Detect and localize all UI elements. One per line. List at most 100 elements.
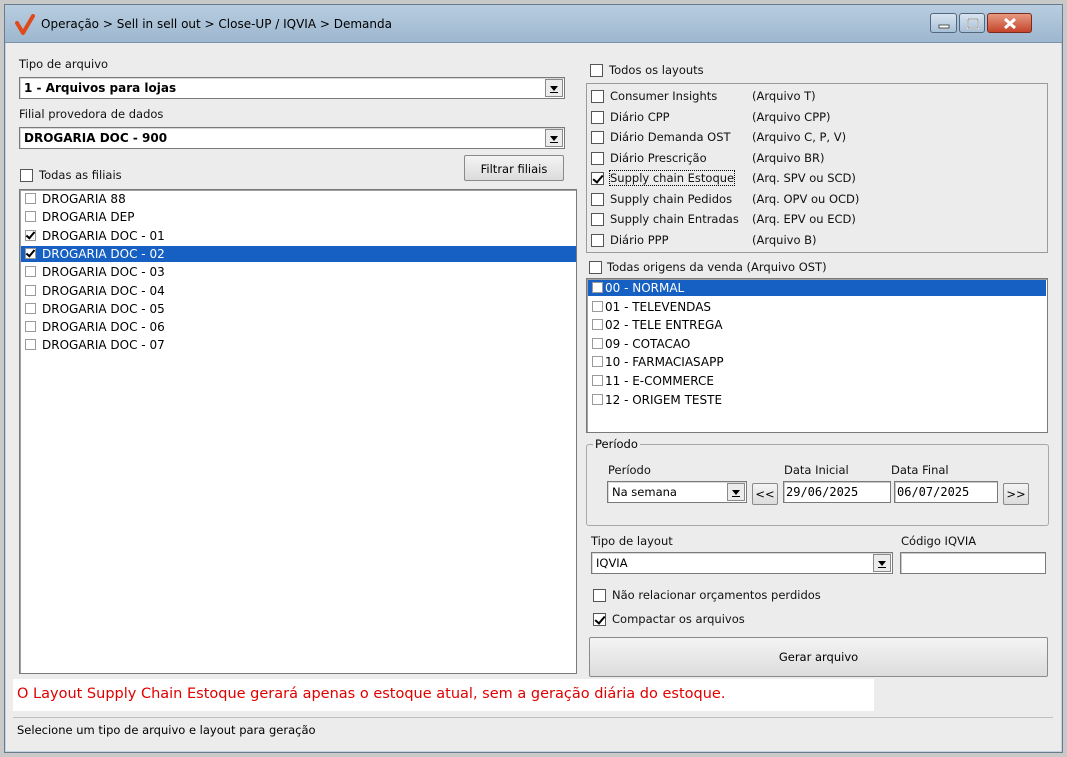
origin-label: 09 - COTACAO [605, 336, 691, 351]
branch-label: DROGARIA DOC - 04 [42, 283, 165, 298]
origin-checkbox[interactable] [592, 319, 603, 331]
layout-name: Consumer Insights [610, 89, 718, 103]
main-window: Operação > Sell in sell out > Close-UP /… [4, 4, 1063, 753]
origin-label: 02 - TELE ENTREGA [605, 318, 723, 333]
maximize-icon [967, 18, 979, 29]
list-item[interactable]: DROGARIA DOC - 01 [21, 228, 576, 244]
chevron-down-icon[interactable] [727, 483, 745, 501]
branch-checkbox[interactable] [25, 284, 36, 296]
close-icon [1003, 17, 1017, 30]
window-title: Operação > Sell in sell out > Close-UP /… [41, 17, 392, 31]
layout-checkbox[interactable] [591, 110, 604, 124]
filter-branches-button[interactable]: Filtrar filiais [464, 155, 564, 181]
branch-checkbox[interactable] [25, 321, 36, 333]
provider-label: Filial provedora de dados [19, 107, 164, 121]
layout-checkbox[interactable] [591, 172, 604, 185]
layout-checkbox[interactable] [591, 192, 604, 206]
all-branches-label: Todas as filiais [39, 168, 122, 182]
all-origins-checkbox[interactable] [589, 261, 602, 274]
iqvia-code-label: Código IQVIA [901, 534, 977, 548]
compress-files-checkbox[interactable] [593, 613, 606, 626]
branches-list[interactable]: DROGARIA 88 DROGARIA DEP DROGARIA DOC - 01… [19, 189, 577, 674]
list-item[interactable]: 09 - COTACAO [588, 336, 1046, 352]
origin-checkbox[interactable] [592, 300, 603, 312]
next-period-button[interactable]: >> [1003, 483, 1029, 505]
no-lost-quotes-label: Não relacionar orçamentos perdidos [612, 588, 821, 602]
previous-period-button[interactable]: << [752, 483, 778, 505]
layout-file: (Arquivo BR) [752, 150, 825, 165]
layout-name: Diário Demanda OST [610, 130, 731, 144]
all-layouts-label: Todos os layouts [609, 63, 704, 77]
list-item[interactable]: 02 - TELE ENTREGA [588, 317, 1046, 333]
filter-branches-label: Filtrar filiais [480, 162, 548, 176]
list-item[interactable]: DROGARIA 88 [21, 191, 576, 207]
branch-label: DROGARIA DEP [42, 210, 135, 225]
iqvia-code-field[interactable] [900, 552, 1046, 574]
chevron-down-icon[interactable] [545, 79, 563, 97]
layout-name: Diário Prescrição [610, 150, 707, 165]
period-value: Na semana [612, 485, 677, 499]
branch-checkbox[interactable] [25, 266, 36, 278]
list-item[interactable]: DROGARIA DOC - 02 [21, 245, 576, 262]
layout-type-select[interactable]: IQVIA [591, 552, 893, 574]
end-date-field[interactable]: 06/07/2025 [894, 481, 998, 503]
list-item[interactable]: DROGARIA DEP [21, 209, 576, 225]
file-type-select[interactable]: 1 - Arquivos para lojas [19, 77, 565, 99]
layout-checkbox[interactable] [591, 213, 604, 226]
close-button[interactable] [987, 13, 1032, 33]
branch-checkbox[interactable] [25, 211, 36, 223]
layout-checkbox[interactable] [591, 151, 604, 165]
branch-label: DROGARIA 88 [42, 192, 126, 206]
origin-checkbox[interactable] [592, 375, 603, 386]
client-area: Tipo de arquivo 1 - Arquivos para lojas … [13, 45, 1055, 745]
branch-checkbox[interactable] [25, 229, 36, 241]
origin-checkbox[interactable] [592, 282, 603, 293]
start-date-field[interactable]: 29/06/2025 [783, 481, 891, 503]
layout-checkbox[interactable] [591, 233, 604, 247]
minimize-button[interactable] [930, 13, 957, 33]
chevron-down-icon[interactable] [873, 554, 891, 572]
origin-checkbox[interactable] [592, 356, 603, 368]
maximize-button[interactable] [959, 13, 985, 33]
chevron-down-icon[interactable] [545, 129, 563, 147]
layout-file: (Arq. EPV ou ECD) [752, 212, 856, 226]
branch-label: DROGARIA DOC - 07 [42, 338, 165, 353]
provider-select[interactable]: DROGARIA DOC - 900 [19, 127, 565, 149]
list-item[interactable]: 01 - TELEVENDAS [588, 299, 1046, 315]
branch-label: DROGARIA DOC - 06 [42, 320, 165, 335]
branch-checkbox[interactable] [25, 193, 36, 204]
layout-file: (Arquivo T) [752, 89, 816, 103]
list-item[interactable]: DROGARIA DOC - 05 [21, 301, 576, 317]
layout-name: Supply chain Estoque [608, 170, 736, 186]
branch-label: DROGARIA DOC - 03 [42, 265, 165, 280]
all-branches-checkbox[interactable] [20, 169, 33, 182]
list-item[interactable]: 11 - E-COMMERCE [588, 373, 1046, 389]
origin-checkbox[interactable] [592, 337, 603, 349]
period-select[interactable]: Na semana [607, 481, 747, 503]
list-item[interactable]: 12 - ORIGEM TESTE [588, 392, 1046, 408]
all-layouts-checkbox[interactable] [590, 64, 603, 77]
layout-checkbox[interactable] [591, 131, 604, 144]
layout-file: (Arquivo CPP) [752, 109, 831, 124]
origins-list[interactable]: 00 - NORMAL 01 - TELEVENDAS 02 - TELE ENTR… [586, 278, 1048, 433]
list-item[interactable]: 00 - NORMAL [588, 280, 1046, 296]
list-item[interactable]: DROGARIA DOC - 03 [21, 264, 576, 280]
layout-type-label: Tipo de layout [591, 534, 673, 548]
origin-checkbox[interactable] [592, 393, 603, 405]
no-lost-quotes-checkbox[interactable] [593, 589, 606, 602]
layout-name: Diário PPP [610, 232, 669, 247]
list-item[interactable]: 10 - FARMACIASAPP [588, 354, 1046, 370]
layout-checkbox[interactable] [591, 90, 604, 103]
list-item[interactable]: DROGARIA DOC - 07 [21, 337, 576, 353]
layout-file: (Arquivo B) [752, 232, 817, 247]
list-item[interactable]: DROGARIA DOC - 04 [21, 283, 576, 299]
branch-checkbox[interactable] [25, 247, 36, 259]
layout-file: (Arq. SPV ou SCD) [752, 171, 856, 185]
branch-checkbox[interactable] [25, 302, 36, 314]
generate-file-button[interactable]: Gerar arquivo [589, 637, 1048, 677]
period-group-title: Período [593, 437, 640, 451]
all-origins-label: Todas origens da venda (Arquivo OST) [607, 260, 827, 274]
start-date-label: Data Inicial [784, 463, 849, 477]
branch-checkbox[interactable] [25, 339, 36, 351]
list-item[interactable]: DROGARIA DOC - 06 [21, 319, 576, 335]
